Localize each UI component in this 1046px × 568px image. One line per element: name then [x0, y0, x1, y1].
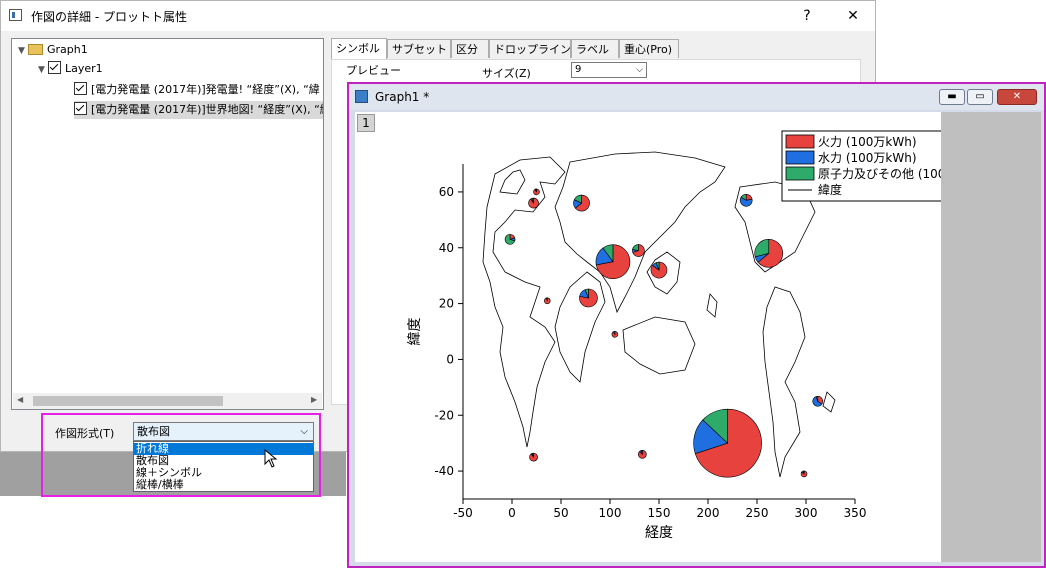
graph-title: Graph1 *	[375, 90, 430, 104]
mouse-cursor-icon	[264, 449, 278, 468]
chart-axes: -50 0 50 100 150 200 250 300 350 -40 -20 0 20 40 60 経度 緯…	[407, 164, 866, 541]
size-select[interactable]: 9 ⌵	[571, 62, 647, 78]
dialog-close-button[interactable]: ✕	[833, 3, 873, 29]
tree-item-label: [電力発電量 (2017年)]発電量! “経度”(X), “緯	[91, 83, 320, 96]
chart-svg[interactable]: -50 0 50 100 150 200 250 300 350 -40 -20 0 20 40 60 経度 緯…	[355, 112, 1019, 562]
layer-tag[interactable]: 1	[357, 114, 375, 132]
y-tick-label: -20	[434, 408, 454, 422]
option-bar[interactable]: 縦棒/横棒	[134, 479, 313, 491]
plot-type-value: 散布図	[137, 425, 170, 438]
scrollbar-thumb[interactable]	[33, 396, 223, 406]
legend-swatch	[785, 150, 815, 165]
x-tick-label: 200	[697, 506, 720, 520]
pie-marker	[611, 330, 619, 338]
graph-canvas: 1 -50 0 50 100 150 200 250 300 350 -40 -20 0 20 40 60 経…	[355, 112, 1041, 562]
tree-item-layer1[interactable]: ▼ Layer1	[38, 60, 103, 78]
dialog-title: 作図の詳細 - プロットト属性	[31, 10, 187, 24]
pie-marker	[693, 408, 762, 478]
legend-swatch	[785, 166, 815, 181]
tree-item-graph1[interactable]: ▼ Graph1	[18, 41, 88, 59]
pie-slice	[632, 244, 639, 251]
pie-marker	[544, 297, 551, 305]
tab-division[interactable]: 区分	[451, 39, 489, 58]
pie-marker	[754, 239, 784, 268]
graph-titlebar[interactable]: Graph1 * ▬ ▭ ✕	[349, 84, 1044, 110]
preview-label: プレビュー	[346, 64, 401, 77]
checkbox[interactable]	[74, 82, 87, 95]
size-value: 9	[575, 64, 582, 75]
y-axis-label: 緯度	[407, 318, 423, 346]
legend-swatch	[785, 134, 815, 149]
pie-marker	[579, 288, 598, 308]
tab-symbol[interactable]: シンボル	[331, 38, 387, 59]
pie-marker	[739, 193, 753, 207]
chevron-down-icon[interactable]: ▼	[18, 42, 28, 60]
tree-horizontal-scrollbar[interactable]: ◀ ▶	[13, 393, 322, 409]
pie-marker	[504, 234, 516, 245]
y-tick-label: 60	[439, 185, 454, 199]
tab-label[interactable]: ラベル	[571, 39, 619, 58]
x-tick-label: 50	[553, 506, 568, 520]
x-tick-label: 100	[599, 506, 622, 520]
y-tick-label: 40	[439, 241, 454, 255]
legend-entry-label: 緯度	[818, 182, 842, 197]
x-tick-label: -50	[453, 506, 473, 520]
pie-marker	[800, 470, 808, 478]
legend-entry-label: 火力 (100万kWh)	[818, 135, 917, 149]
chart-legend[interactable]: 火力 (100万kWh) 水力 (100万kWh) 原子力及びその他 (100万kW…	[781, 130, 1019, 202]
scroll-left-icon[interactable]: ◀	[17, 395, 23, 404]
chevron-down-icon: ⌵	[300, 426, 308, 437]
chevron-down-icon[interactable]: ▼	[38, 61, 48, 79]
checkbox[interactable]	[74, 102, 87, 115]
graph-icon	[355, 90, 368, 103]
y-tick-label: 0	[446, 352, 454, 366]
x-tick-label: 250	[746, 506, 769, 520]
tree-item-plot-2[interactable]: [電力発電量 (2017年)]世界地図! “経度”(X), “緯	[74, 101, 324, 119]
scroll-right-icon[interactable]: ▶	[311, 395, 317, 404]
graph-window: Graph1 * ▬ ▭ ✕ 1 -50 0 50 100 150 200 25…	[347, 82, 1046, 568]
size-label: サイズ(Z)	[482, 67, 531, 80]
tab-dropline[interactable]: ドロップライン	[489, 39, 571, 58]
dialog-app-icon	[9, 9, 22, 21]
x-tick-label: 0	[508, 506, 516, 520]
tree-item-label: Layer1	[65, 62, 103, 75]
pie-marker	[650, 261, 668, 279]
legend-entry-label: 水力 (100万kWh)	[818, 151, 917, 165]
pie-marker	[812, 395, 824, 407]
dialog-titlebar[interactable]: 作図の詳細 - プロットト属性 ? ✕	[1, 1, 875, 31]
tab-subset[interactable]: サブセット	[387, 39, 451, 58]
pie-marker	[632, 244, 645, 257]
pie-marker	[529, 452, 538, 462]
pie-marker	[638, 450, 647, 459]
restore-button[interactable]: ▭	[967, 89, 993, 105]
pie-marker	[595, 244, 631, 280]
tree-item-plot-1[interactable]: [電力発電量 (2017年)]発電量! “経度”(X), “緯	[74, 81, 320, 99]
pie-marker	[533, 188, 540, 196]
graph-page[interactable]: 1 -50 0 50 100 150 200 250 300 350 -40 -20 0 20 40 60 経…	[355, 112, 1019, 562]
x-axis-label: 経度	[645, 525, 673, 541]
help-button[interactable]: ?	[787, 3, 827, 29]
pie-marker	[528, 197, 539, 209]
graph-close-button[interactable]: ✕	[997, 89, 1037, 105]
minimize-button[interactable]: ▬	[939, 89, 965, 105]
plot-tree[interactable]: ▼ Graph1 ▼ Layer1 [電力発電量 (2017年)]発電量! “経度”…	[11, 38, 324, 410]
plot-type-dropdown: 折れ線 散布図 線＋シンボル 縦棒/横棒	[133, 441, 314, 492]
plot-type-select[interactable]: 散布図 ⌵	[133, 422, 314, 441]
folder-icon	[28, 44, 43, 55]
tab-centroid[interactable]: 重心(Pro)	[619, 39, 679, 58]
x-tick-label: 150	[648, 506, 671, 520]
x-tick-label: 350	[844, 506, 867, 520]
chevron-down-icon: ⌵	[636, 65, 643, 75]
x-tick-label: 300	[795, 506, 818, 520]
tree-item-label: Graph1	[47, 43, 88, 56]
y-tick-label: 20	[439, 297, 454, 311]
tree-item-label: [電力発電量 (2017年)]世界地図! “経度”(X), “緯	[91, 103, 324, 116]
pie-marker	[573, 194, 590, 212]
y-tick-label: -40	[434, 464, 454, 478]
checkbox[interactable]	[48, 61, 61, 74]
legend-entry-label: 原子力及びその他 (100万kWh)	[818, 167, 941, 181]
chart-pies	[504, 188, 824, 478]
